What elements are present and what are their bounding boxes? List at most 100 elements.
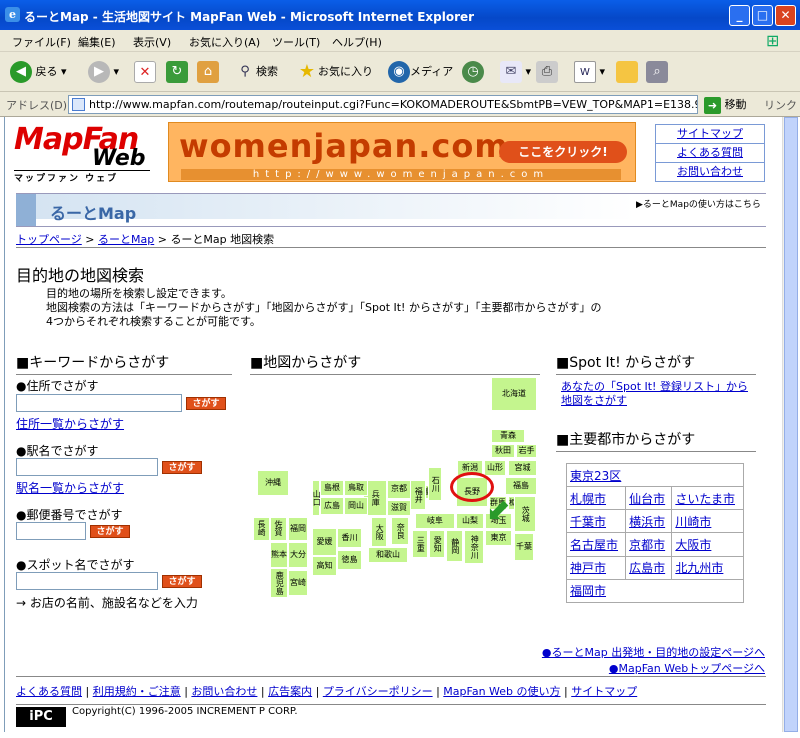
pref-奈良[interactable]: 奈良 [391, 517, 409, 545]
pref-山梨[interactable]: 山梨 [456, 513, 484, 529]
mail-button[interactable]: ✉ ▾ [500, 60, 531, 84]
go-button[interactable]: ➜ 移動 [704, 95, 747, 114]
stop-button[interactable]: ✕ [134, 60, 156, 84]
mapfan-top-link[interactable]: ●MapFan Webトップページへ [609, 662, 765, 675]
back-button[interactable]: ◀ 戻る ▾ [10, 60, 67, 84]
menu-favorites[interactable]: お気に入り(A) [189, 34, 260, 50]
sitemap-link[interactable]: サイトマップ [677, 127, 743, 140]
pref-大阪[interactable]: 大阪 [371, 517, 387, 547]
address-search-button[interactable]: さがす [186, 397, 226, 410]
menu-view[interactable]: 表示(V) [133, 34, 171, 50]
city-link[interactable]: 仙台市 [629, 492, 665, 506]
pref-岐阜[interactable]: 岐阜 [415, 513, 455, 529]
pref-高知[interactable]: 高知 [312, 556, 337, 576]
address-input[interactable]: http://www.mapfan.com/routemap/routeinpu… [68, 95, 698, 114]
zip-input-field[interactable] [16, 522, 86, 540]
menu-edit[interactable]: 編集(E) [78, 34, 116, 50]
close-button[interactable]: ✕ [775, 5, 796, 26]
menu-tools[interactable]: ツール(T) [272, 34, 320, 50]
route-settings-link[interactable]: ●るーとMap 出発地・目的地の設定ページへ [542, 646, 765, 659]
city-link[interactable]: 東京23区 [570, 469, 621, 483]
pref-大分[interactable]: 大分 [288, 542, 308, 568]
pref-静岡[interactable]: 静岡 [446, 530, 463, 562]
home-button[interactable]: ⌂ [197, 60, 219, 84]
city-link[interactable]: 横浜市 [629, 515, 665, 529]
pref-宮崎[interactable]: 宮崎 [288, 570, 308, 596]
links-label[interactable]: リンク [764, 97, 797, 113]
station-list-link[interactable]: 駅名一覧からさがす [16, 479, 124, 496]
contact-link[interactable]: お問い合わせ [677, 165, 743, 178]
pref-福井[interactable]: 福井 [410, 480, 426, 510]
spot-search-button[interactable]: さがす [162, 575, 202, 588]
city-link[interactable]: 京都市 [629, 538, 665, 552]
pref-北海道[interactable]: 北海道 [491, 377, 537, 411]
pref-石川[interactable]: 石川 [428, 467, 442, 501]
route-help-link[interactable]: ▶るーとMapの使い方はこちら [636, 197, 761, 210]
history-button[interactable]: ◷ [462, 60, 484, 84]
pref-青森[interactable]: 青森 [491, 429, 525, 443]
city-link[interactable]: 名古屋市 [570, 538, 618, 552]
footer-terms-link[interactable]: 利用規約・ご注意 [93, 685, 181, 698]
zip-search-button[interactable]: さがす [90, 525, 130, 538]
city-link[interactable]: 福岡市 [570, 584, 606, 598]
spot-input-field[interactable] [16, 572, 158, 590]
station-input-field[interactable] [16, 458, 158, 476]
footer-privacy-link[interactable]: プライバシーポリシー [323, 685, 433, 698]
city-link[interactable]: 神戸市 [570, 561, 606, 575]
banner-click-button[interactable]: ここをクリック! [499, 141, 627, 163]
pref-宮城[interactable]: 宮城 [508, 460, 537, 476]
pref-岡山[interactable]: 岡山 [344, 497, 368, 515]
mapfan-logo[interactable]: MapFan Web マップファン ウェブ [14, 122, 150, 184]
pref-秋田[interactable]: 秋田 [491, 444, 515, 458]
maximize-button[interactable]: □ [752, 5, 773, 26]
spotit-map-link[interactable]: 地図をさがす [561, 392, 627, 408]
pref-山口[interactable]: 山口 [312, 480, 321, 516]
pref-愛知[interactable]: 愛知 [429, 530, 445, 558]
scrollbar-thumb[interactable] [784, 117, 798, 732]
pref-長崎[interactable]: 長崎 [253, 517, 270, 541]
vertical-scrollbar[interactable] [782, 117, 798, 732]
pref-千葉[interactable]: 千葉 [514, 533, 534, 561]
footer-faq-link[interactable]: よくある質問 [16, 685, 82, 698]
print-button[interactable]: ⎙ [536, 60, 558, 84]
city-link[interactable]: 川崎市 [675, 515, 711, 529]
footer-howto-link[interactable]: MapFan Web の使い方 [443, 685, 560, 698]
breadcrumb-top[interactable]: トップページ [16, 233, 82, 246]
address-list-link[interactable]: 住所一覧からさがす [16, 415, 124, 432]
pref-和歌山[interactable]: 和歌山 [368, 547, 408, 563]
search-button[interactable]: ⚲ 検索 [234, 60, 278, 84]
pref-山形[interactable]: 山形 [484, 460, 506, 476]
pref-滋賀[interactable]: 滋賀 [387, 500, 411, 516]
forward-button[interactable]: ▶ ▾ [88, 60, 119, 84]
edit-button[interactable]: W ▾ [574, 60, 605, 84]
address-input-field[interactable] [16, 394, 182, 412]
footer-sitemap-link[interactable]: サイトマップ [571, 685, 637, 698]
pref-岩手[interactable]: 岩手 [516, 444, 537, 458]
pref-沖縄[interactable]: 沖縄 [257, 470, 289, 496]
pref-徳島[interactable]: 徳島 [337, 550, 362, 570]
city-link[interactable]: 北九州市 [675, 561, 723, 575]
menu-file[interactable]: ファイル(F) [12, 34, 71, 50]
footer-contact-link[interactable]: お問い合わせ [191, 685, 257, 698]
pref-愛媛[interactable]: 愛媛 [312, 528, 337, 556]
discuss-button[interactable] [616, 60, 638, 84]
city-link[interactable]: 広島市 [629, 561, 665, 575]
pref-佐賀[interactable]: 佐賀 [270, 517, 287, 541]
menu-help[interactable]: ヘルプ(H) [332, 34, 382, 50]
city-link[interactable]: 大阪市 [675, 538, 711, 552]
ad-banner[interactable]: womenjapan.com http://www.womenjapan.com… [168, 122, 636, 182]
pref-東京[interactable]: 東京 [485, 530, 512, 546]
pref-鳥取[interactable]: 鳥取 [344, 480, 368, 496]
messenger-button[interactable]: ⌕ [646, 60, 668, 84]
pref-福島[interactable]: 福島 [505, 477, 537, 495]
pref-福岡[interactable]: 福岡 [288, 517, 308, 541]
breadcrumb-route[interactable]: るーとMap [98, 233, 154, 246]
pref-鹿児島[interactable]: 鹿児島 [270, 568, 288, 598]
pref-熊本[interactable]: 熊本 [270, 542, 288, 568]
city-link[interactable]: 札幌市 [570, 492, 606, 506]
pref-三重[interactable]: 三重 [412, 530, 428, 558]
pref-広島[interactable]: 広島 [320, 497, 344, 515]
pref-香川[interactable]: 香川 [337, 528, 362, 548]
pref-神奈川[interactable]: 神奈川 [464, 530, 484, 564]
media-button[interactable]: ◉ メディア [388, 60, 453, 84]
